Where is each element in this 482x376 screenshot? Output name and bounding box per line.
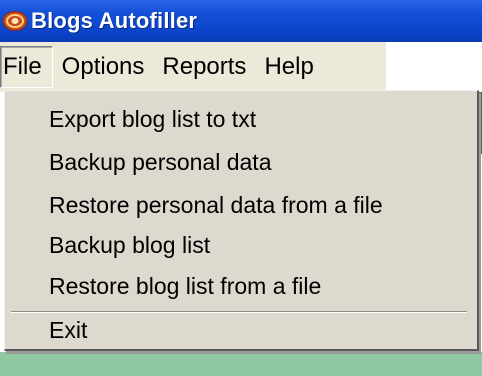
menu-item-backup-personal-data[interactable]: Backup personal data xyxy=(49,148,272,176)
menu-item-restore-personal-data[interactable]: Restore personal data from a file xyxy=(49,191,383,219)
app-logo-icon xyxy=(2,11,28,31)
menu-item-exit[interactable]: Exit xyxy=(49,316,87,344)
app-green-panel xyxy=(0,352,482,376)
window-title: Blogs Autofiller xyxy=(31,8,198,33)
menu-item-restore-blog-list[interactable]: Restore blog list from a file xyxy=(49,272,321,300)
menu-file[interactable]: File xyxy=(0,46,53,88)
app-window: Blogs Autofiller File Options Reports He… xyxy=(0,0,482,376)
menubar-empty-area xyxy=(386,42,482,92)
menu-item-export-blog-list[interactable]: Export blog list to txt xyxy=(49,105,256,133)
menu-help[interactable]: Help xyxy=(255,46,322,88)
menu-reports[interactable]: Reports xyxy=(153,46,255,88)
menu-separator xyxy=(11,311,467,313)
file-dropdown-menu: Export blog list to txt Backup personal … xyxy=(4,90,479,351)
menu-options[interactable]: Options xyxy=(53,46,154,88)
menu-item-backup-blog-list[interactable]: Backup blog list xyxy=(49,231,210,259)
title-bar[interactable]: Blogs Autofiller xyxy=(0,0,482,42)
